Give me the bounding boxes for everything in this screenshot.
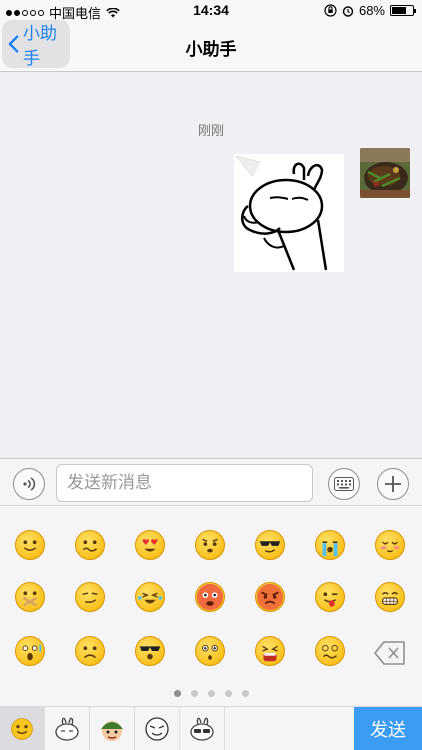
alarm-icon	[342, 5, 354, 17]
tab-rabbit-glasses-stickers[interactable]	[180, 707, 225, 750]
voice-button[interactable]	[13, 468, 45, 500]
chat-area[interactable]: 刚刚	[0, 72, 422, 458]
smug-emoji[interactable]	[75, 582, 105, 612]
battery-icon	[390, 5, 416, 16]
scared-emoji[interactable]	[15, 636, 45, 666]
doodle-face-icon	[145, 717, 169, 741]
sticker-message[interactable]	[234, 154, 344, 272]
page-dot	[224, 690, 232, 697]
navigation-bar: 小助手 小助手	[0, 20, 422, 72]
add-button[interactable]	[377, 468, 409, 500]
page-indicator[interactable]	[0, 690, 422, 697]
furious-red-emoji[interactable]	[195, 582, 225, 612]
keyboard-icon	[334, 477, 354, 491]
rabbit-icon	[55, 717, 79, 741]
tab-soldier-stickers[interactable]	[90, 707, 135, 750]
status-bar: 中国电信 14:34 68%	[0, 0, 422, 21]
tab-rabbit-stickers[interactable]	[45, 707, 90, 750]
plus-icon	[385, 476, 401, 492]
tongue-wink-emoji[interactable]	[315, 582, 345, 612]
sad-emoji[interactable]	[75, 636, 105, 666]
shy-emoji[interactable]	[375, 530, 405, 560]
user-avatar[interactable]	[360, 148, 410, 198]
grin-emoji[interactable]	[375, 582, 405, 612]
dizzy-emoji[interactable]	[315, 636, 345, 666]
smile-emoji[interactable]	[15, 530, 45, 560]
rage-emoji[interactable]	[255, 582, 285, 612]
voice-icon	[23, 477, 36, 491]
smile-icon	[11, 718, 33, 740]
message-timestamp: 刚刚	[197, 123, 224, 138]
yelling-emoji[interactable]	[255, 636, 285, 666]
page-title: 小助手	[185, 40, 237, 59]
tab-doodle-stickers[interactable]	[135, 707, 180, 750]
tab-classic-emoji[interactable]	[0, 707, 45, 750]
rabbit-sticker-icon	[234, 154, 344, 272]
page-dot	[207, 690, 215, 697]
message-input[interactable]	[56, 464, 313, 502]
page-dot	[190, 690, 198, 697]
rabbit-glasses-icon	[190, 717, 214, 741]
send-button[interactable]: 发送	[354, 707, 422, 750]
keyboard-button[interactable]	[328, 468, 360, 500]
shut-mouth-emoji[interactable]	[15, 582, 45, 612]
angry-emoji[interactable]	[195, 530, 225, 560]
cool-sunglasses-emoji[interactable]	[255, 530, 285, 560]
soldier-icon	[101, 721, 123, 741]
food-photo-icon	[360, 148, 410, 198]
crying-emoji[interactable]	[315, 530, 345, 560]
surprised-emoji[interactable]	[195, 636, 225, 666]
battery-percentage: 68%	[358, 3, 385, 18]
emoji-panel	[0, 506, 422, 708]
page-dot	[173, 690, 181, 697]
laugh-tears-emoji[interactable]	[135, 582, 165, 612]
orientation-lock-icon	[324, 4, 337, 17]
input-bar	[0, 458, 422, 506]
emoji-tab-bar: 发送	[0, 706, 422, 750]
sunglasses-shock-emoji[interactable]	[135, 636, 165, 666]
backspace-button[interactable]	[374, 640, 406, 666]
heart-eyes-emoji[interactable]	[135, 530, 165, 560]
page-dot	[241, 690, 249, 697]
wavy-mouth-emoji[interactable]	[75, 530, 105, 560]
